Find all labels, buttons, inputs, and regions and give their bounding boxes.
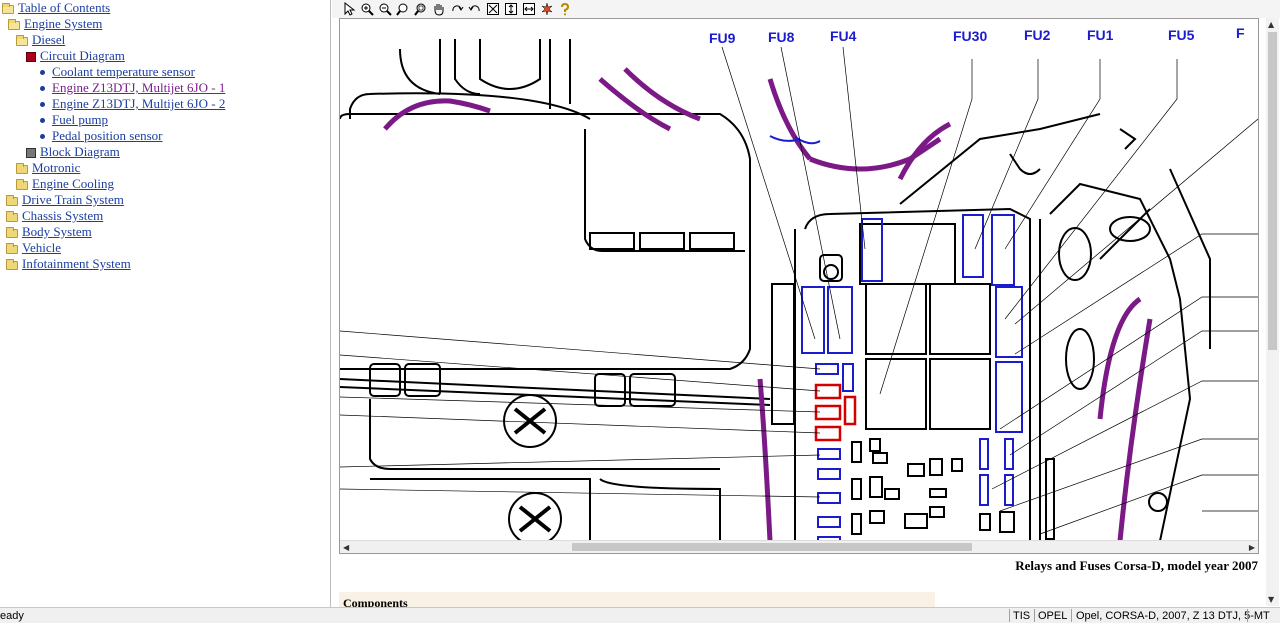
tree-label-infotainment[interactable]: Infotainment System (22, 256, 131, 272)
bullet-icon (40, 85, 45, 91)
bullet-icon (40, 101, 45, 107)
tree-node-circuit-diagram[interactable]: Circuit Diagram (26, 48, 125, 64)
tree-node-motronic[interactable]: Motronic (16, 160, 80, 176)
tree-item-label[interactable]: Coolant temperature sensor (52, 64, 195, 80)
tree-label-diesel[interactable]: Diesel (32, 32, 65, 48)
status-divider (1247, 609, 1248, 622)
fit-height-icon[interactable] (502, 1, 519, 18)
bullet-icon (40, 69, 45, 75)
fuse-label-fu4: FU4 (830, 28, 857, 44)
status-tis: TIS (1013, 610, 1031, 622)
vertical-scroll-thumb[interactable] (1268, 32, 1277, 350)
tree-item-pedal-position-sensor[interactable]: Pedal position sensor (38, 128, 163, 144)
status-divider (1009, 609, 1010, 622)
tree-node-diesel[interactable]: Diesel (16, 32, 65, 48)
tree-node-infotainment[interactable]: Infotainment System (6, 256, 131, 272)
folder-open-icon (8, 18, 20, 30)
rotate-left-icon[interactable] (466, 1, 483, 18)
zoom-area-icon[interactable] (412, 1, 429, 18)
status-ready: eady (0, 610, 24, 622)
fuse-label-fu1: FU1 (1087, 27, 1114, 43)
status-vehicle: Opel, CORSA-D, 2007, Z 13 DTJ, 5-MT (1076, 610, 1270, 622)
status-divider (1034, 609, 1035, 622)
tree-label-engine-system[interactable]: Engine System (24, 16, 102, 32)
scroll-down-arrow-icon[interactable]: ▼ (1268, 595, 1274, 604)
tree-label-toc[interactable]: Table of Contents (18, 0, 110, 16)
fuse-box-diagram: FU9 FU8 FU4 FU30 FU2 FU1 FU5 F (340, 25, 1258, 541)
tree-label-engine-cooling[interactable]: Engine Cooling (32, 176, 114, 192)
tree-item-label[interactable]: Engine Z13DTJ, Multijet 6JO - 1 (52, 80, 225, 96)
folder-icon (16, 178, 28, 190)
tree-node-toc[interactable]: Table of Contents (2, 0, 110, 16)
status-bar: eady TIS OPEL Opel, CORSA-D, 2007, Z 13 … (0, 607, 1280, 623)
tree-node-engine-system[interactable]: Engine System (8, 16, 102, 32)
fuse-label-f: F (1236, 25, 1245, 41)
folder-icon (16, 162, 28, 174)
tree-label-chassis[interactable]: Chassis System (22, 208, 103, 224)
fuse-label-fu2: FU2 (1024, 27, 1051, 43)
horizontal-scroll-thumb[interactable] (572, 543, 972, 551)
folder-icon (6, 258, 18, 270)
folder-icon (6, 226, 18, 238)
scroll-left-arrow-icon[interactable]: ◀ (343, 543, 349, 552)
zoom-icon[interactable] (394, 1, 411, 18)
folder-open-icon (16, 34, 28, 46)
tree-node-engine-cooling[interactable]: Engine Cooling (16, 176, 114, 192)
tree-node-vehicle[interactable]: Vehicle (6, 240, 61, 256)
tree-label-motronic[interactable]: Motronic (32, 160, 80, 176)
tree-node-body[interactable]: Body System (6, 224, 92, 240)
tree-item-engine-1[interactable]: Engine Z13DTJ, Multijet 6JO - 1 (38, 80, 225, 96)
bullet-icon (40, 133, 45, 139)
zoom-out-minus-icon[interactable] (376, 1, 393, 18)
scroll-up-arrow-icon[interactable]: ▲ (1268, 20, 1274, 29)
viewer-toolbar (332, 0, 1280, 18)
tree-node-drive-train[interactable]: Drive Train System (6, 192, 124, 208)
tree-node-chassis[interactable]: Chassis System (6, 208, 103, 224)
help-icon[interactable] (556, 1, 573, 18)
bullet-icon (40, 117, 45, 123)
tree-label-circuit-diagram[interactable]: Circuit Diagram (40, 48, 125, 64)
fit-page-icon[interactable] (484, 1, 501, 18)
tree-label-vehicle[interactable]: Vehicle (22, 240, 61, 256)
highlight-icon[interactable] (538, 1, 555, 18)
zoom-in-plus-icon[interactable] (358, 1, 375, 18)
document-pane: FU9 FU8 FU4 FU30 FU2 FU1 FU5 F ◀ ▶ ▲ ▼ R… (332, 0, 1280, 607)
folder-icon (6, 210, 18, 222)
fuse-label-fu8: FU8 (768, 29, 795, 45)
tree-node-block-diagram[interactable]: Block Diagram (26, 144, 120, 160)
tree-label-drive-train[interactable]: Drive Train System (22, 192, 124, 208)
tree-item-engine-2[interactable]: Engine Z13DTJ, Multijet 6JO - 2 (38, 96, 225, 112)
book-closed-icon (26, 148, 36, 158)
folder-icon (6, 194, 18, 206)
horizontal-scrollbar[interactable]: ◀ ▶ (340, 540, 1258, 553)
status-divider (1071, 609, 1072, 622)
tree-item-label[interactable]: Engine Z13DTJ, Multijet 6JO - 2 (52, 96, 225, 112)
diagram-caption: Relays and Fuses Corsa-D, model year 200… (1015, 558, 1258, 573)
folder-icon (6, 242, 18, 254)
diagram-viewer[interactable]: FU9 FU8 FU4 FU30 FU2 FU1 FU5 F ◀ ▶ (339, 18, 1259, 554)
tree-item-coolant-temperature-sensor[interactable]: Coolant temperature sensor (38, 64, 195, 80)
book-open-icon (26, 52, 36, 62)
status-brand: OPEL (1038, 610, 1068, 622)
components-heading: Components (339, 592, 935, 607)
folder-open-icon (2, 2, 14, 14)
app-window: Table of Contents Engine System Diesel C… (0, 0, 1280, 623)
tree-item-fuel-pump[interactable]: Fuel pump (38, 112, 108, 128)
toc-tree-panel: Table of Contents Engine System Diesel C… (0, 0, 331, 607)
select-arrow-icon[interactable] (340, 1, 357, 18)
fuse-label-fu30: FU30 (953, 28, 987, 44)
tree-label-body[interactable]: Body System (22, 224, 92, 240)
tree-label-block-diagram[interactable]: Block Diagram (40, 144, 120, 160)
hand-pan-icon[interactable] (430, 1, 447, 18)
fuse-label-fu5: FU5 (1168, 27, 1195, 43)
tree-item-label[interactable]: Fuel pump (52, 112, 108, 128)
rotate-right-icon[interactable] (448, 1, 465, 18)
fit-width-icon[interactable] (520, 1, 537, 18)
fuse-label-fu9: FU9 (709, 30, 736, 46)
scroll-right-arrow-icon[interactable]: ▶ (1249, 543, 1255, 552)
tree-item-label[interactable]: Pedal position sensor (52, 128, 163, 144)
vertical-scrollbar[interactable]: ▲ ▼ (1266, 18, 1279, 606)
